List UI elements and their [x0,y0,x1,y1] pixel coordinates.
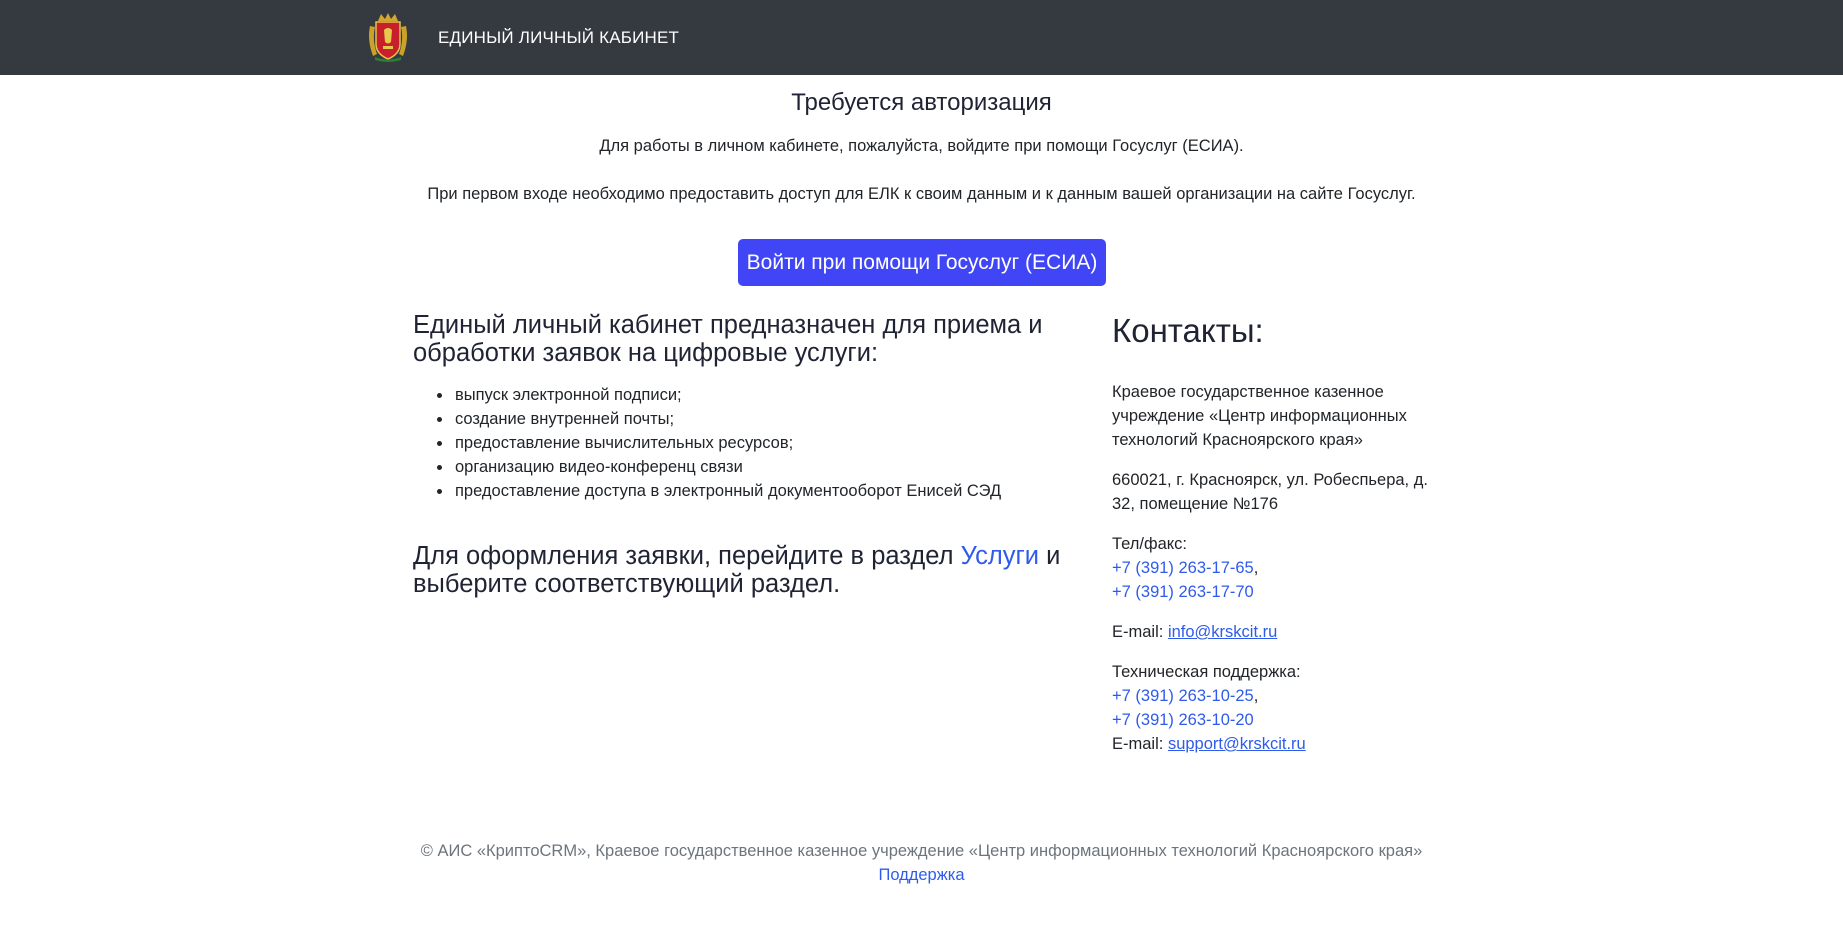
contacts-phones: Тел/факс: +7 (391) 263-17-65, +7 (391) 2… [1112,532,1432,604]
footer-support-link[interactable]: Поддержка [878,866,964,884]
services-list: выпуск электронной подписи; создание вну… [413,383,1001,503]
contacts-email: E-mail: info@krskcit.ru [1112,620,1432,644]
support-email-link[interactable]: support@krskcit.ru [1168,735,1306,753]
page-title: Требуется авторизация [791,89,1052,116]
phone-label: Тел/факс: [1112,535,1187,553]
order-instruction: Для оформления заявки, перейдите в разде… [413,542,1063,598]
contacts-organization: Краевое государственное казенное учрежде… [1112,383,1407,449]
list-item: предоставление вычислительных ресурсов; [453,431,1001,455]
top-navbar: ЕДИНЫЙ ЛИЧНЫЙ КАБИНЕТ [0,0,1843,75]
support-phone-link-2[interactable]: +7 (391) 263-10-20 [1112,711,1254,729]
support-label: Техническая поддержка: [1112,663,1301,681]
contacts-support: Техническая поддержка: +7 (391) 263-10-2… [1112,660,1432,756]
list-item: организацию видео-конференц связи [453,455,1001,479]
navbar-title[interactable]: ЕДИНЫЙ ЛИЧНЫЙ КАБИНЕТ [438,28,679,48]
contacts-title: Контакты: [1112,312,1264,349]
phone-link-1[interactable]: +7 (391) 263-17-65 [1112,559,1254,577]
services-link[interactable]: Услуги [961,542,1039,570]
footer: © АИС «КриптоCRM», Краевое государственн… [0,839,1843,887]
order-prefix: Для оформления заявки, перейдите в разде… [413,542,954,570]
support-email-label: E-mail: [1112,735,1164,753]
coat-of-arms-icon[interactable] [367,12,409,62]
support-phone-link-1[interactable]: +7 (391) 263-10-25 [1112,687,1254,705]
esia-login-button[interactable]: Войти при помощи Госуслуг (ЕСИА) [738,239,1106,286]
footer-copyright: © АИС «КриптоCRM», Краевое государственн… [420,842,1423,860]
email-link[interactable]: info@krskcit.ru [1168,623,1277,641]
list-item: выпуск электронной подписи; [453,383,1001,407]
list-item: создание внутренней почты; [453,407,1001,431]
contacts-address: 660021, г. Красноярск, ул. Робеспьера, д… [1112,471,1428,513]
list-item: предоставление доступа в электронный док… [453,479,1001,503]
email-label: E-mail: [1112,623,1164,641]
about-heading: Единый личный кабинет предназначен для п… [413,311,1043,367]
phone-link-2[interactable]: +7 (391) 263-17-70 [1112,583,1254,601]
auth-first-login-note: При первом входе необходимо предоставить… [427,185,1416,203]
auth-instruction: Для работы в личном кабинете, пожалуйста… [599,137,1244,155]
